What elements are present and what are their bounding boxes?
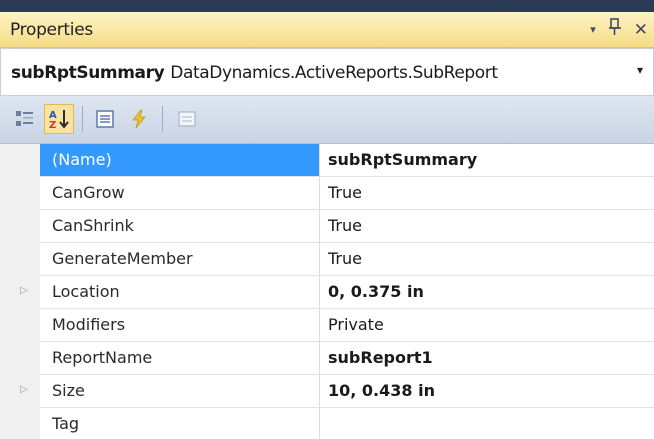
events-button[interactable] <box>124 104 154 134</box>
property-value[interactable]: True <box>328 177 362 209</box>
property-row[interactable]: (Name) subRptSummary <box>0 144 654 177</box>
property-value[interactable]: subRptSummary <box>328 144 477 176</box>
property-row[interactable]: Tag <box>0 408 654 439</box>
svg-text:Z: Z <box>49 120 56 130</box>
property-name: Modifiers <box>52 315 126 334</box>
property-name: Location <box>52 282 120 301</box>
property-value[interactable]: 0, 0.375 in <box>328 276 424 308</box>
alphabetical-button[interactable]: A Z <box>44 104 74 134</box>
toolbar-separator <box>162 106 163 132</box>
window-position-dropdown-icon[interactable]: ▾ <box>590 18 596 42</box>
alphabetical-sort-icon: A Z <box>49 110 69 130</box>
property-value[interactable]: True <box>328 243 362 275</box>
properties-button[interactable] <box>90 104 120 134</box>
property-name: ReportName <box>52 348 153 367</box>
close-icon[interactable]: ✕ <box>634 18 648 42</box>
property-value[interactable]: True <box>328 210 362 242</box>
expand-triangle-icon[interactable]: ▷ <box>20 285 28 296</box>
property-row[interactable]: ▷ Size 10, 0.438 in <box>0 375 654 408</box>
property-row[interactable]: ▷ Location 0, 0.375 in <box>0 276 654 309</box>
selected-object-type: DataDynamics.ActiveReports.SubReport <box>170 63 498 83</box>
property-row[interactable]: Modifiers Private <box>0 309 654 342</box>
property-name: CanShrink <box>52 216 134 235</box>
property-name: GenerateMember <box>52 249 193 268</box>
properties-window: Properties ▾ ✕ subRptSummary DataDynamics… <box>0 0 654 439</box>
toolbar-separator <box>82 106 83 132</box>
property-pages-icon <box>178 111 196 127</box>
property-name: CanGrow <box>52 183 125 202</box>
expand-triangle-icon[interactable]: ▷ <box>20 384 28 395</box>
property-row[interactable]: CanGrow True <box>0 177 654 210</box>
events-icon <box>132 109 146 129</box>
properties-titlebar: Properties ▾ ✕ <box>0 12 654 48</box>
properties-icon <box>96 110 114 128</box>
property-row[interactable]: ReportName subReport1 <box>0 342 654 375</box>
object-selector-text: subRptSummary DataDynamics.ActiveReports.… <box>11 63 498 83</box>
window-top-strip <box>0 0 654 12</box>
categorized-icon <box>16 111 33 126</box>
property-row[interactable]: CanShrink True <box>0 210 654 243</box>
pin-icon-svg <box>608 17 621 35</box>
property-name: Size <box>52 381 85 400</box>
panel-title: Properties <box>10 20 93 40</box>
categorized-button[interactable] <box>10 104 40 134</box>
property-value[interactable]: Private <box>328 309 384 341</box>
property-row[interactable]: GenerateMember True <box>0 243 654 276</box>
object-selector-dropdown-icon[interactable]: ▾ <box>637 63 643 77</box>
property-pages-button[interactable] <box>172 104 202 134</box>
property-value[interactable]: 10, 0.438 in <box>328 375 435 407</box>
auto-hide-pin-icon[interactable] <box>608 17 622 43</box>
property-grid: (Name) subRptSummary CanGrow True CanShr… <box>0 144 654 439</box>
property-name: Tag <box>52 414 80 433</box>
properties-toolbar: A Z <box>0 96 654 144</box>
title-controls: ▾ ✕ <box>590 17 648 43</box>
property-value[interactable]: subReport1 <box>328 342 433 374</box>
object-selector[interactable]: subRptSummary DataDynamics.ActiveReports.… <box>0 48 654 96</box>
selected-object-name: subRptSummary <box>11 63 165 83</box>
property-name: (Name) <box>40 144 319 176</box>
